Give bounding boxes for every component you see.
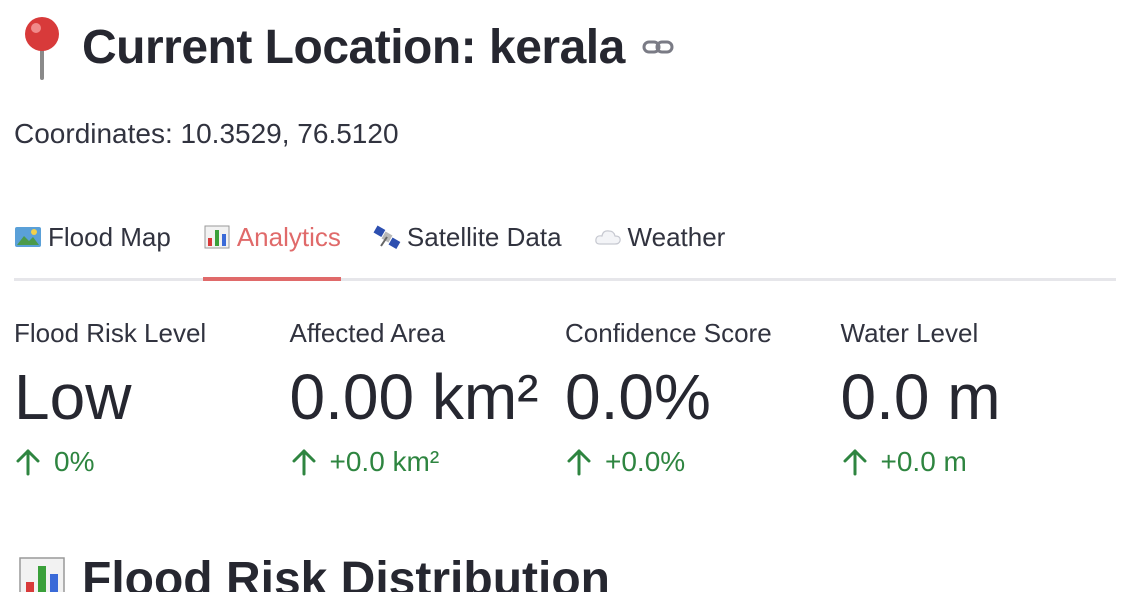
metric-confidence-score: Confidence Score 0.0% +0.0%	[565, 318, 841, 478]
metric-delta: +0.0 km²	[290, 446, 566, 478]
page-title: Current Location: kerala	[82, 20, 625, 74]
metric-delta-value: +0.0%	[605, 446, 686, 477]
arrow-up-icon	[290, 447, 318, 477]
metrics-row: Flood Risk Level Low 0% Affected Area 0.…	[14, 318, 1116, 478]
metric-flood-risk-level: Flood Risk Level Low 0%	[14, 318, 290, 478]
page-header: Current Location: kerala	[18, 14, 675, 80]
tab-label: Weather	[627, 221, 726, 252]
link-icon[interactable]	[641, 30, 675, 64]
metric-label: Flood Risk Level	[14, 318, 207, 348]
cloud-icon	[594, 224, 622, 250]
coordinates-text: Coordinates: 10.3529, 76.5120	[14, 118, 399, 149]
tab-bar: Flood Map Analytics Satellite Data Weath…	[14, 210, 1116, 281]
section-title: Flood Risk Distribution	[82, 553, 610, 592]
metric-label: Water Level	[840, 318, 979, 348]
tab-flood-map[interactable]: Flood Map	[14, 210, 171, 262]
tab-label: Satellite Data	[406, 221, 562, 252]
metric-delta-value: +0.0 km²	[329, 446, 440, 477]
section-heading: Flood Risk Distribution	[18, 556, 610, 592]
bar-chart-icon	[18, 556, 66, 592]
map-pin-icon	[18, 14, 66, 80]
metric-water-level: Water Level 0.0 m +0.0 m	[841, 318, 1117, 478]
arrow-up-icon	[841, 447, 869, 477]
metric-delta: 0%	[14, 446, 290, 478]
metric-value: Low	[14, 361, 132, 433]
bar-chart-icon	[203, 224, 231, 250]
metric-delta: +0.0 m	[841, 446, 1117, 478]
tab-label: Flood Map	[48, 221, 171, 252]
satellite-icon	[373, 224, 401, 250]
metric-delta: +0.0%	[565, 446, 841, 478]
arrow-up-icon	[565, 447, 593, 477]
metric-delta-value: +0.0 m	[880, 446, 967, 477]
metric-value: 0.0%	[565, 361, 711, 433]
app-page: Current Location: kerala Coordinates: 10…	[0, 0, 1128, 592]
metric-delta-value: 0%	[54, 446, 95, 477]
metric-value: 0.00 km²	[289, 361, 539, 433]
metric-value: 0.0 m	[840, 361, 1001, 433]
tab-weather[interactable]: Weather	[594, 210, 726, 262]
tab-label: Analytics	[236, 221, 341, 252]
metric-label: Confidence Score	[565, 318, 772, 348]
tab-satellite-data[interactable]: Satellite Data	[373, 210, 562, 262]
metric-label: Affected Area	[289, 318, 446, 348]
tab-analytics[interactable]: Analytics	[202, 210, 341, 281]
map-icon	[14, 224, 42, 250]
arrow-up-icon	[14, 447, 42, 477]
metric-affected-area: Affected Area 0.00 km² +0.0 km²	[290, 318, 566, 478]
